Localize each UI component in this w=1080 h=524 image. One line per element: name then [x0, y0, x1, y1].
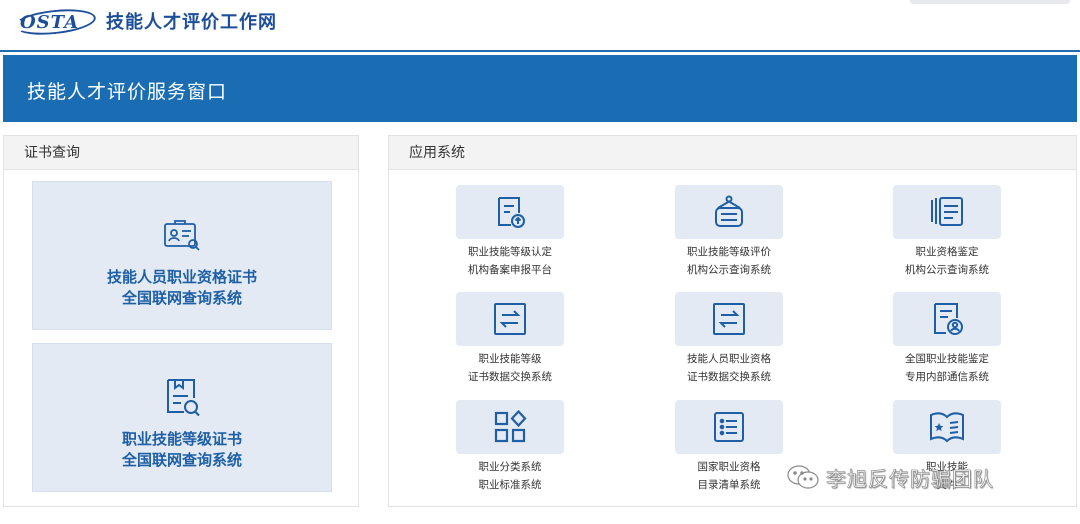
app-label-line1: 全国职业技能鉴定 [905, 353, 989, 365]
watermark-text: 李旭反传防骗团队 [826, 466, 994, 491]
app-label-line2: 目录清单系统 [697, 479, 761, 491]
app-internal-communication[interactable]: 全国职业技能鉴定 专用内部通信系统 [877, 292, 1017, 386]
category-grid-icon [456, 400, 564, 454]
wechat-icon [786, 464, 820, 490]
cert-card-line2: 全国联网查询系统 [121, 289, 242, 307]
cert-card-qualification[interactable]: 技能人员职业资格证书 全国联网查询系统 [32, 181, 332, 330]
app-label-line2: 证书数据交换系统 [468, 371, 552, 383]
watermark: 李旭反传防骗团队 [786, 460, 994, 494]
app-qualification-appraisal-query[interactable]: 职业资格鉴定 机构公示查询系统 [877, 185, 1017, 279]
cert-card-qualification-label: 技能人员职业资格证书 全国联网查询系统 [33, 267, 331, 309]
app-label-line1: 职业资格鉴定 [915, 246, 979, 258]
app-label-line2: 机构公示查询系统 [687, 264, 771, 276]
banner-title: 技能人才评价服务窗口 [27, 81, 228, 103]
app-label-line1: 职业技能等级 [478, 353, 542, 365]
cert-card-line1: 职业技能等级证书 [121, 430, 242, 448]
app-label-line1: 职业分类系统 [478, 461, 542, 473]
list-icon [675, 400, 783, 454]
app-label-line2: 机构备案申报平台 [468, 264, 552, 276]
exchange-icon [456, 292, 564, 346]
cert-query-panel: 证书查询 技能人员职业资格证书 全国联网查询系统 职业技能等级证书 全国联网查询… [3, 135, 359, 507]
document-search-icon [162, 376, 202, 422]
cert-card-skill-level-label: 职业技能等级证书 全国联网查询系统 [33, 429, 331, 471]
app-label-line2: 职业标准系统 [478, 479, 542, 491]
app-skill-evaluation-query[interactable]: 职业技能等级评价 机构公示查询系统 [659, 185, 799, 279]
top-search-box[interactable] [910, 0, 1070, 4]
book-star-icon [893, 400, 1001, 454]
bulletin-board-icon [675, 185, 783, 239]
app-systems-heading: 应用系统 [389, 136, 1076, 170]
app-skill-cert-filing-platform[interactable]: 职业技能等级认定 机构备案申报平台 [440, 185, 580, 279]
site-title[interactable]: 技能人才评价工作网 [106, 8, 277, 34]
certificate-search-icon [163, 218, 201, 256]
cert-card-skill-level[interactable]: 职业技能等级证书 全国联网查询系统 [32, 343, 332, 492]
site-header: OSTA 技能人才评价工作网 [0, 0, 1080, 48]
stacked-documents-icon [893, 185, 1001, 239]
osta-logo[interactable]: OSTA [12, 4, 98, 39]
app-skill-level-data-exchange[interactable]: 职业技能等级 证书数据交换系统 [440, 292, 580, 386]
app-label-line2: 证书数据交换系统 [687, 371, 771, 383]
document-upload-icon [456, 185, 564, 239]
service-banner: 技能人才评价服务窗口 [3, 55, 1077, 122]
exchange-icon [675, 292, 783, 346]
app-label-line1: 职业技能等级评价 [687, 246, 771, 258]
logo-text: OSTA [20, 12, 80, 33]
app-label-line2: 机构公示查询系统 [905, 264, 989, 276]
cert-card-line1: 技能人员职业资格证书 [106, 268, 257, 286]
app-qualification-catalog[interactable]: 国家职业资格 目录清单系统 [659, 400, 799, 494]
app-qualification-data-exchange[interactable]: 技能人员职业资格 证书数据交换系统 [659, 292, 799, 386]
app-label-line1: 技能人员职业资格 [687, 353, 771, 365]
cert-card-line2: 全国联网查询系统 [121, 451, 242, 469]
header-divider [0, 50, 1080, 52]
user-document-icon [893, 292, 1001, 346]
app-label-line1: 国家职业资格 [697, 461, 761, 473]
app-systems-panel: 应用系统 职业技能等级认定 机构备案申报平台 职业技能等级评价 机构公示查询系统 [388, 135, 1077, 507]
cert-query-heading: 证书查询 [4, 136, 358, 170]
app-label-line1: 职业技能等级认定 [468, 246, 552, 258]
app-occupation-classification[interactable]: 职业分类系统 职业标准系统 [440, 400, 580, 494]
app-label-line2: 专用内部通信系统 [905, 371, 989, 383]
